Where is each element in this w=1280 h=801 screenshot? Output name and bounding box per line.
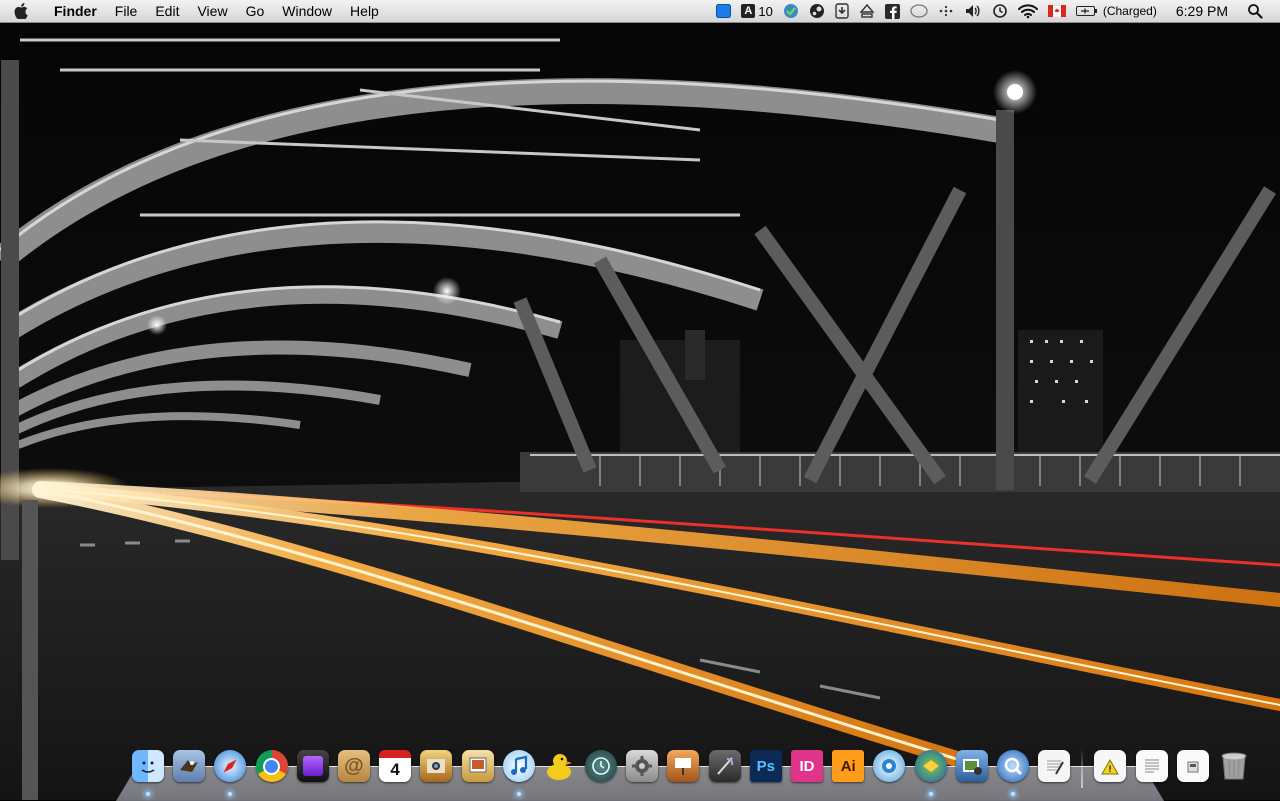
dock-separator <box>1081 748 1084 788</box>
downloads-stack-icon[interactable] <box>1175 748 1211 784</box>
battery-status-text[interactable]: (Charged) <box>1103 0 1157 22</box>
ical-date-label: 4 <box>390 760 400 779</box>
evernote-icon[interactable] <box>783 0 799 22</box>
battery-icon[interactable] <box>1075 0 1098 22</box>
eject-icon[interactable] <box>859 0 875 22</box>
cyberduck-icon[interactable] <box>542 748 578 784</box>
menu-file[interactable]: File <box>106 0 147 22</box>
apple-menu-icon[interactable] <box>14 0 40 22</box>
running-indicator <box>146 792 150 796</box>
system-preferences-icon[interactable] <box>624 748 660 784</box>
dots-icon[interactable] <box>938 0 954 22</box>
svg-text:!: ! <box>1109 764 1112 774</box>
running-indicator <box>928 792 933 796</box>
finder-icon[interactable] <box>130 748 166 796</box>
purple-app-icon[interactable] <box>295 748 331 784</box>
dock: @ 4 Ps ID Ai ! <box>130 748 1247 800</box>
keynote-icon[interactable] <box>665 748 701 784</box>
time-machine-icon[interactable] <box>583 748 619 784</box>
disc-app-icon[interactable] <box>913 748 949 796</box>
oval-icon[interactable] <box>910 0 928 22</box>
menu-window[interactable]: Window <box>273 0 341 22</box>
photoshop-icon[interactable]: Ps <box>748 748 784 784</box>
blue-square-icon[interactable] <box>716 0 732 22</box>
volume-icon[interactable] <box>964 0 982 22</box>
quicktime-icon[interactable] <box>995 748 1031 796</box>
download-icon[interactable] <box>835 0 849 22</box>
running-indicator <box>516 792 521 796</box>
font-size-value[interactable]: 10 <box>758 0 772 22</box>
trash-icon[interactable] <box>1216 748 1252 784</box>
itunes-icon[interactable] <box>501 748 537 796</box>
menu-edit[interactable]: Edit <box>146 0 188 22</box>
preview-icon[interactable] <box>460 748 496 784</box>
menu-help[interactable]: Help <box>341 0 388 22</box>
facebook-icon[interactable] <box>884 0 900 22</box>
spotlight-icon[interactable] <box>1247 0 1263 22</box>
quill-app-icon[interactable] <box>707 748 743 784</box>
ical-icon[interactable]: 4 <box>377 748 413 784</box>
running-indicator <box>228 792 233 796</box>
globe-app-icon[interactable] <box>871 748 907 784</box>
text-a-icon[interactable]: A <box>741 0 756 22</box>
desktop-wallpaper <box>0 0 1280 800</box>
wifi-icon[interactable] <box>1017 0 1038 22</box>
indesign-icon[interactable]: ID <box>789 748 825 784</box>
document-stack-icon[interactable] <box>1134 748 1170 784</box>
iphoto-icon[interactable] <box>418 748 454 784</box>
mail-eagle-icon[interactable] <box>171 748 207 784</box>
chrome-icon[interactable] <box>254 748 290 784</box>
steam-icon[interactable] <box>809 0 825 22</box>
safari-icon[interactable] <box>212 748 248 796</box>
address-book-icon[interactable]: @ <box>336 748 372 784</box>
menu-view[interactable]: View <box>188 0 236 22</box>
running-indicator <box>1010 792 1015 796</box>
warning-document-icon[interactable]: ! <box>1092 748 1128 784</box>
textedit-icon[interactable] <box>1036 748 1072 784</box>
menu-bar: Finder File Edit View Go Window Help A 1… <box>0 0 1280 23</box>
menu-go[interactable]: Go <box>237 0 274 22</box>
image-capture-icon[interactable] <box>954 748 990 784</box>
clock[interactable]: 6:29 PM <box>1176 0 1228 22</box>
app-name-menu[interactable]: Finder <box>40 0 106 22</box>
time-machine-icon[interactable] <box>992 0 1008 22</box>
illustrator-icon[interactable]: Ai <box>830 748 866 784</box>
canada-flag-icon[interactable] <box>1047 0 1066 22</box>
